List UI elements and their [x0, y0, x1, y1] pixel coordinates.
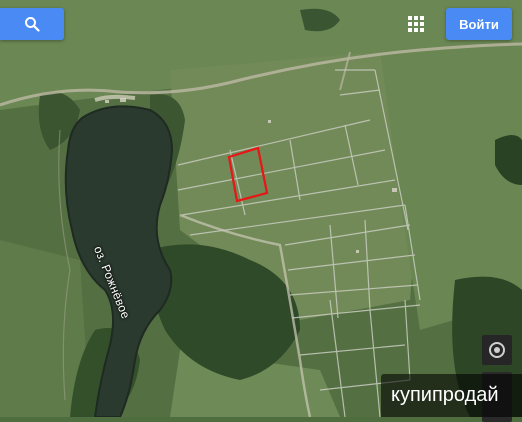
satellite-image[interactable] [0, 0, 522, 417]
my-location-button[interactable] [482, 335, 512, 365]
search-button[interactable] [0, 8, 64, 40]
my-location-icon [489, 342, 505, 358]
map-view[interactable]: оз. Рожнёвое [0, 0, 522, 417]
search-icon [25, 17, 40, 32]
apps-grid-icon [408, 16, 424, 32]
watermark: купипродай [381, 374, 522, 417]
apps-button[interactable] [404, 12, 428, 36]
signin-button[interactable]: Войти [446, 8, 512, 40]
